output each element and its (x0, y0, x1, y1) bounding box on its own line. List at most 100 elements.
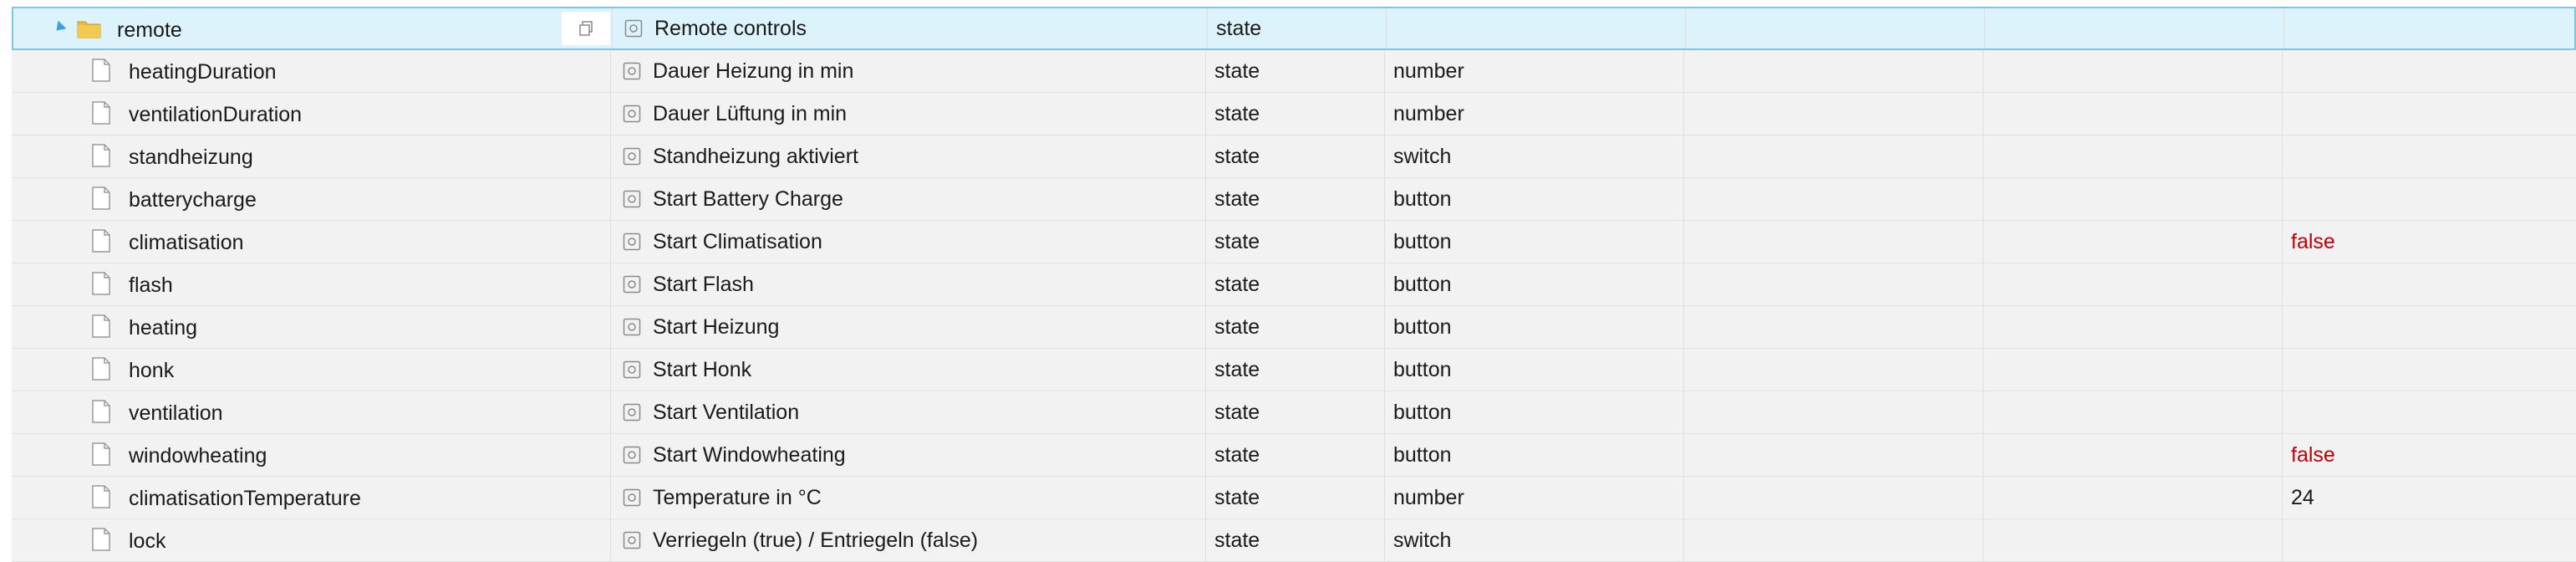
object-name: Dauer Lüftung in min (653, 101, 848, 125)
id-cell: ventilationDuration (12, 93, 611, 135)
name-cell: Start Climatisation (611, 221, 1206, 263)
id-cell: honk (12, 349, 611, 391)
tree-row-heating[interactable]: heating Start Heizung state button (12, 306, 2576, 349)
state-object-icon (623, 190, 641, 208)
name-cell: Start Honk (611, 349, 1206, 391)
object-name: Dauer Heizung in min (653, 59, 854, 83)
tree-row-ventilation[interactable]: ventilation Start Ventilation state butt… (12, 391, 2576, 434)
name-cell: Start Ventilation (611, 391, 1206, 433)
value-cell[interactable] (2283, 349, 2576, 391)
tree-row-batterycharge[interactable]: batterycharge Start Battery Charge state… (12, 178, 2576, 221)
type-cell: state (1206, 349, 1385, 391)
name-cell: Dauer Heizung in min (611, 50, 1206, 92)
folder-icon (77, 21, 101, 38)
value-cell[interactable] (2283, 391, 2576, 433)
empty-cell (1684, 178, 1983, 220)
name-cell: Standheizung aktiviert (611, 135, 1206, 177)
role-cell: button (1385, 263, 1684, 305)
tree-row-flash[interactable]: flash Start Flash state button (12, 263, 2576, 306)
object-name: Start Flash (653, 272, 754, 296)
name-cell: Start Flash (611, 263, 1206, 305)
id-cell: heating (12, 306, 611, 348)
id-cell: climatisationTemperature (12, 477, 611, 519)
value-cell[interactable] (2283, 50, 2576, 92)
id-cell: windowheating (12, 434, 611, 476)
empty-cell (1684, 135, 1983, 177)
value-cell[interactable]: false (2283, 434, 2576, 476)
id-cell: lock (12, 519, 611, 561)
empty-cell (1983, 221, 2283, 263)
type-cell: state (1206, 93, 1385, 135)
type-cell: state (1206, 263, 1385, 305)
state-object-icon (623, 360, 641, 379)
tree-row-standheizung[interactable]: standheizung Standheizung aktiviert stat… (12, 135, 2576, 178)
copy-icon (579, 21, 593, 36)
empty-cell (1983, 306, 2283, 348)
empty-cell (1684, 221, 1983, 263)
type-cell: state (1206, 477, 1385, 519)
value-cell[interactable] (2283, 263, 2576, 305)
object-id: ventilationDuration (129, 103, 303, 126)
id-cell: heatingDuration (12, 50, 611, 92)
tree-row-lock[interactable]: lock Verriegeln (true) / Entriegeln (fal… (12, 519, 2576, 562)
role-cell: number (1385, 93, 1684, 135)
file-icon (92, 400, 110, 423)
object-name: Standheizung aktiviert (653, 144, 858, 168)
value-cell[interactable] (2283, 306, 2576, 348)
role-cell (1387, 8, 1686, 49)
value-cell[interactable]: false (2283, 221, 2576, 263)
tree-row-honk[interactable]: honk Start Honk state button (12, 349, 2576, 391)
empty-cell (1983, 178, 2283, 220)
empty-cell (1686, 8, 1985, 49)
file-icon (92, 59, 110, 82)
tree-row-climatisationTemperature[interactable]: climatisationTemperature Temperature in … (12, 477, 2576, 519)
state-object-icon (623, 275, 641, 294)
role-cell: switch (1385, 519, 1684, 561)
type-cell: state (1206, 519, 1385, 561)
type-cell: state (1206, 178, 1385, 220)
object-name: Start Honk (653, 357, 752, 381)
value-cell[interactable] (2284, 8, 2574, 49)
file-icon (92, 272, 110, 295)
tree-row-ventilationDuration[interactable]: ventilationDuration Dauer Lüftung in min… (12, 93, 2576, 135)
type-cell: state (1206, 221, 1385, 263)
file-icon (92, 314, 110, 338)
state-object-icon (623, 403, 641, 422)
file-icon (92, 186, 110, 210)
name-cell: Remote controls (613, 8, 1208, 49)
value-cell[interactable] (2283, 135, 2576, 177)
empty-cell (1983, 434, 2283, 476)
empty-cell (1983, 93, 2283, 135)
object-id: heatingDuration (129, 60, 277, 84)
file-icon (92, 101, 110, 125)
type-cell: state (1206, 135, 1385, 177)
file-icon (92, 357, 110, 381)
empty-cell (1983, 50, 2283, 92)
tree-row-remote[interactable]: remote Remote controls state (12, 7, 2576, 50)
type-cell: state (1206, 50, 1385, 92)
value-cell[interactable]: 24 (2283, 477, 2576, 519)
object-id: climatisationTemperature (129, 487, 361, 510)
object-id: batterycharge (129, 188, 257, 212)
copy-button[interactable] (562, 12, 610, 45)
empty-cell (1983, 135, 2283, 177)
empty-cell (1983, 349, 2283, 391)
tree-row-heatingDuration[interactable]: heatingDuration Dauer Heizung in min sta… (12, 50, 2576, 93)
role-cell: button (1385, 434, 1684, 476)
expand-triangle-icon[interactable] (52, 20, 67, 35)
tree-row-climatisation[interactable]: climatisation Start Climatisation state … (12, 221, 2576, 263)
object-id: heating (129, 316, 198, 340)
value-cell[interactable] (2283, 178, 2576, 220)
file-icon (92, 442, 110, 466)
state-object-icon (623, 318, 641, 336)
id-cell: standheizung (12, 135, 611, 177)
role-cell: button (1385, 306, 1684, 348)
id-cell: remote (13, 8, 613, 49)
value-cell[interactable] (2283, 93, 2576, 135)
role-cell: button (1385, 349, 1684, 391)
object-tree: remote Remote controls state heatingDura… (12, 7, 2576, 562)
state-object-icon (623, 488, 641, 507)
empty-cell (1983, 263, 2283, 305)
value-cell[interactable] (2283, 519, 2576, 561)
tree-row-windowheating[interactable]: windowheating Start Windowheating state … (12, 434, 2576, 477)
